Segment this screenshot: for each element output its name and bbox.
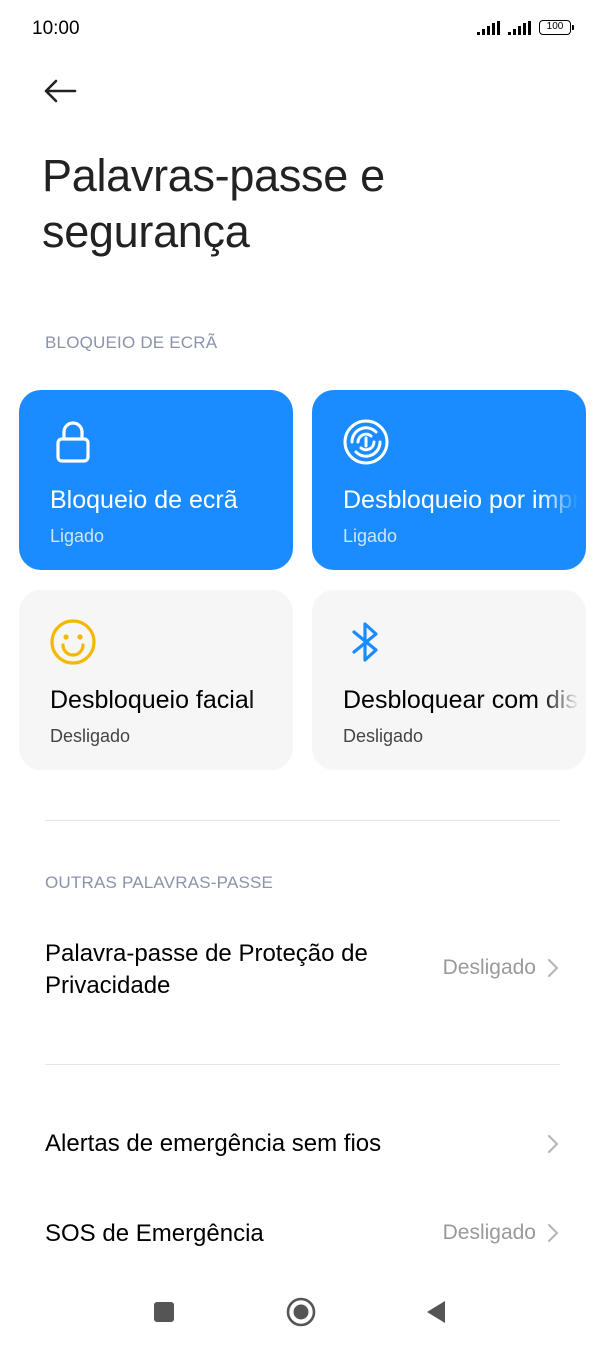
- tile-face-unlock[interactable]: Desbloqueio facial Desligado: [19, 590, 293, 770]
- tile-status: Desligado: [50, 726, 131, 746]
- back-nav-button[interactable]: [414, 1290, 458, 1334]
- chevron-right-icon: [548, 1135, 558, 1153]
- row-title: Alertas de emergência sem fios: [45, 1130, 382, 1157]
- chevron-right-icon: [548, 959, 558, 977]
- status-time: 10:00: [32, 18, 80, 39]
- fingerprint-icon: [343, 419, 389, 465]
- status-icons: 100: [477, 20, 574, 35]
- signal-icon: [508, 21, 531, 35]
- tile-bluetooth-unlock[interactable]: Desbloquear com dispositivo Bluetooth De…: [312, 590, 586, 770]
- status-bar: 10:00 100: [0, 0, 605, 58]
- bluetooth-icon: [352, 622, 378, 662]
- tile-status: Ligado: [343, 526, 398, 546]
- tile-title: Bloqueio de ecrã: [50, 486, 238, 514]
- privacy-password-row[interactable]: Palavra-passe de Proteção de Privacidade…: [45, 938, 560, 1004]
- row-right: Desligado: [443, 1221, 560, 1245]
- tile-status: Ligado: [50, 526, 105, 546]
- row-value: Desligado: [442, 956, 536, 979]
- row-value: Desligado: [442, 1221, 536, 1244]
- signal-icon: [477, 21, 500, 35]
- home-circle-icon: [286, 1297, 316, 1327]
- battery-icon: 100: [539, 20, 574, 35]
- square-icon: [154, 1302, 174, 1322]
- emergency-alerts-row[interactable]: Alertas de emergência sem fios: [45, 1128, 560, 1162]
- home-button[interactable]: [279, 1290, 323, 1334]
- back-arrow-icon: [44, 79, 77, 103]
- recents-button[interactable]: [142, 1290, 186, 1334]
- tile-title: Desbloqueio facial: [50, 686, 255, 714]
- back-button[interactable]: [36, 70, 84, 112]
- row-right: Desligado: [443, 956, 560, 980]
- tile-screen-lock[interactable]: Bloqueio de ecrã Ligado: [19, 390, 293, 570]
- chevron-right-icon: [548, 1224, 558, 1242]
- divider: [45, 1064, 560, 1065]
- divider: [45, 820, 560, 821]
- section-label-lock-screen: BLOQUEIO DE ECRÃ: [45, 333, 218, 352]
- tile-title: Desbloquear com dispositivo Bluetooth: [343, 686, 579, 714]
- section-label-other-passwords: OUTRAS PALAVRAS-PASSE: [45, 873, 274, 892]
- back-triangle-icon: [427, 1301, 445, 1323]
- smiley-face-icon: [50, 619, 96, 665]
- row-title: Palavra-passe de Proteção de Privacidade: [45, 940, 368, 999]
- lock-icon: [56, 421, 90, 463]
- page-title: Palavras-passe e segurança: [42, 150, 385, 257]
- tile-title: Desbloqueio por impressão digital: [343, 486, 579, 514]
- emergency-sos-row[interactable]: SOS de Emergência Desligado: [45, 1218, 560, 1252]
- row-right: [546, 1133, 560, 1155]
- tile-fingerprint-unlock[interactable]: Desbloqueio por impressão digital Ligado: [312, 390, 586, 570]
- navigation-bar: [0, 1276, 605, 1346]
- tile-status: Desligado: [343, 726, 424, 746]
